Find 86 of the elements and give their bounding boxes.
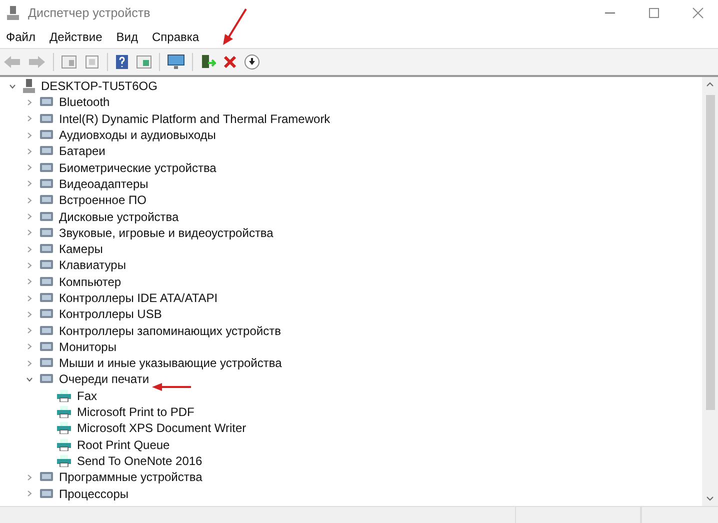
printer-icon — [56, 406, 72, 418]
panel-icon[interactable] — [136, 55, 152, 69]
scroll-up-icon[interactable] — [706, 81, 714, 87]
tree-item[interactable]: Контроллеры USB — [59, 307, 162, 322]
device-icon — [39, 324, 54, 338]
menu-item[interactable]: Файл — [6, 30, 36, 44]
printer-icon — [56, 454, 72, 467]
tree-item[interactable]: Видеоадаптеры — [59, 176, 148, 191]
device-icon — [39, 486, 54, 501]
collapsed-chevron-icon[interactable] — [26, 327, 32, 334]
device-icon — [39, 160, 54, 175]
tree-item[interactable]: Батареи — [59, 144, 106, 158]
tree-item[interactable]: Камеры — [59, 242, 103, 256]
tree-item[interactable]: Microsoft Print to PDF — [77, 405, 194, 420]
collapsed-chevron-icon[interactable] — [26, 343, 32, 350]
device-icon — [39, 340, 54, 354]
app-icon — [6, 5, 20, 21]
computer-icon — [22, 78, 36, 94]
window-title: Диспетчер устройств — [28, 6, 150, 20]
close-icon[interactable] — [692, 7, 704, 19]
device-icon — [39, 226, 54, 240]
menu-item[interactable]: Действие — [50, 30, 102, 44]
properties-icon[interactable] — [84, 55, 100, 69]
tree-item[interactable]: Клавиатуры — [59, 258, 126, 272]
help-icon[interactable] — [115, 54, 129, 70]
download-icon[interactable] — [244, 54, 260, 70]
tree-item[interactable]: Контроллеры запоминающих устройств — [59, 324, 281, 338]
collapsed-chevron-icon[interactable] — [26, 310, 32, 318]
back-arrow-icon[interactable] — [3, 55, 21, 69]
tree-item[interactable]: Мониторы — [59, 340, 116, 354]
collapsed-chevron-icon[interactable] — [26, 115, 32, 122]
tree-item[interactable]: Send To OneNote 2016 — [77, 454, 202, 468]
menu-item[interactable]: Вид — [116, 30, 138, 44]
annotation-arrow — [222, 8, 248, 46]
tree-item[interactable]: Очереди печати — [59, 372, 150, 386]
menu-item[interactable]: Справка — [152, 30, 200, 44]
tree-item[interactable]: Контроллеры IDE ATA/ATAPI — [59, 291, 218, 305]
device-icon — [39, 210, 54, 224]
collapsed-chevron-icon[interactable] — [26, 132, 32, 139]
tree-item[interactable]: Встроенное ПО — [59, 193, 146, 208]
monitor-icon[interactable] — [167, 54, 185, 70]
collapsed-chevron-icon[interactable] — [26, 164, 32, 172]
tree-item[interactable]: Intel(R) Dynamic Platform and Thermal Framework — [59, 112, 330, 126]
collapsed-chevron-icon[interactable] — [26, 490, 32, 498]
scroll-thumb[interactable] — [706, 95, 714, 410]
collapsed-chevron-icon[interactable] — [26, 360, 32, 367]
collapsed-chevron-icon[interactable] — [26, 213, 32, 220]
tree-item[interactable]: Процессоры — [59, 486, 128, 501]
tree-item[interactable]: Компьютер — [59, 274, 122, 289]
collapsed-chevron-icon[interactable] — [26, 98, 32, 106]
device-icon — [39, 112, 54, 126]
tree-item[interactable]: Программные устройства — [59, 470, 202, 484]
scroll-down-icon[interactable] — [706, 496, 714, 502]
collapsed-chevron-icon[interactable] — [26, 474, 32, 481]
tree-item[interactable]: Fax — [77, 388, 98, 403]
device-icon — [39, 176, 54, 191]
printer-icon — [56, 438, 72, 451]
delete-icon[interactable] — [223, 55, 237, 69]
collapsed-chevron-icon[interactable] — [26, 278, 32, 286]
collapsed-chevron-icon[interactable] — [26, 262, 32, 269]
collapsed-chevron-icon[interactable] — [26, 180, 32, 188]
expanded-chevron-icon[interactable] — [26, 376, 32, 383]
maximize-icon[interactable] — [648, 7, 660, 19]
collapsed-chevron-icon[interactable] — [26, 229, 32, 236]
tree-item[interactable]: Microsoft XPS Document Writer — [77, 421, 246, 436]
device-icon — [39, 274, 54, 289]
panel-icon[interactable] — [61, 55, 77, 69]
collapsed-chevron-icon[interactable] — [26, 196, 32, 204]
printer-icon — [56, 422, 72, 434]
printer-icon — [56, 390, 72, 402]
tree-item[interactable]: Дисковые устройства — [59, 210, 179, 224]
tree-item[interactable]: Root Print Queue — [77, 438, 170, 452]
collapsed-chevron-icon[interactable] — [26, 294, 32, 302]
device-icon — [39, 291, 54, 305]
forward-arrow-icon[interactable] — [28, 55, 46, 69]
annotation-arrow — [152, 383, 192, 391]
expanded-chevron-icon[interactable] — [8, 82, 16, 90]
tree-item[interactable]: DESKTOP-TU5T6OG — [41, 79, 158, 94]
device-update-icon[interactable] — [200, 54, 216, 70]
tree-item[interactable]: Биометрические устройства — [59, 160, 216, 175]
tree-item[interactable]: Bluetooth — [59, 95, 110, 110]
tree-item[interactable]: Мыши и иные указывающие устройства — [59, 356, 282, 370]
collapsed-chevron-icon[interactable] — [26, 246, 32, 253]
collapsed-chevron-icon[interactable] — [26, 148, 32, 155]
tree-item[interactable]: Аудиовходы и аудиовыходы — [59, 128, 216, 142]
tree-item[interactable]: Звуковые, игровые и видеоустройства — [59, 226, 274, 240]
